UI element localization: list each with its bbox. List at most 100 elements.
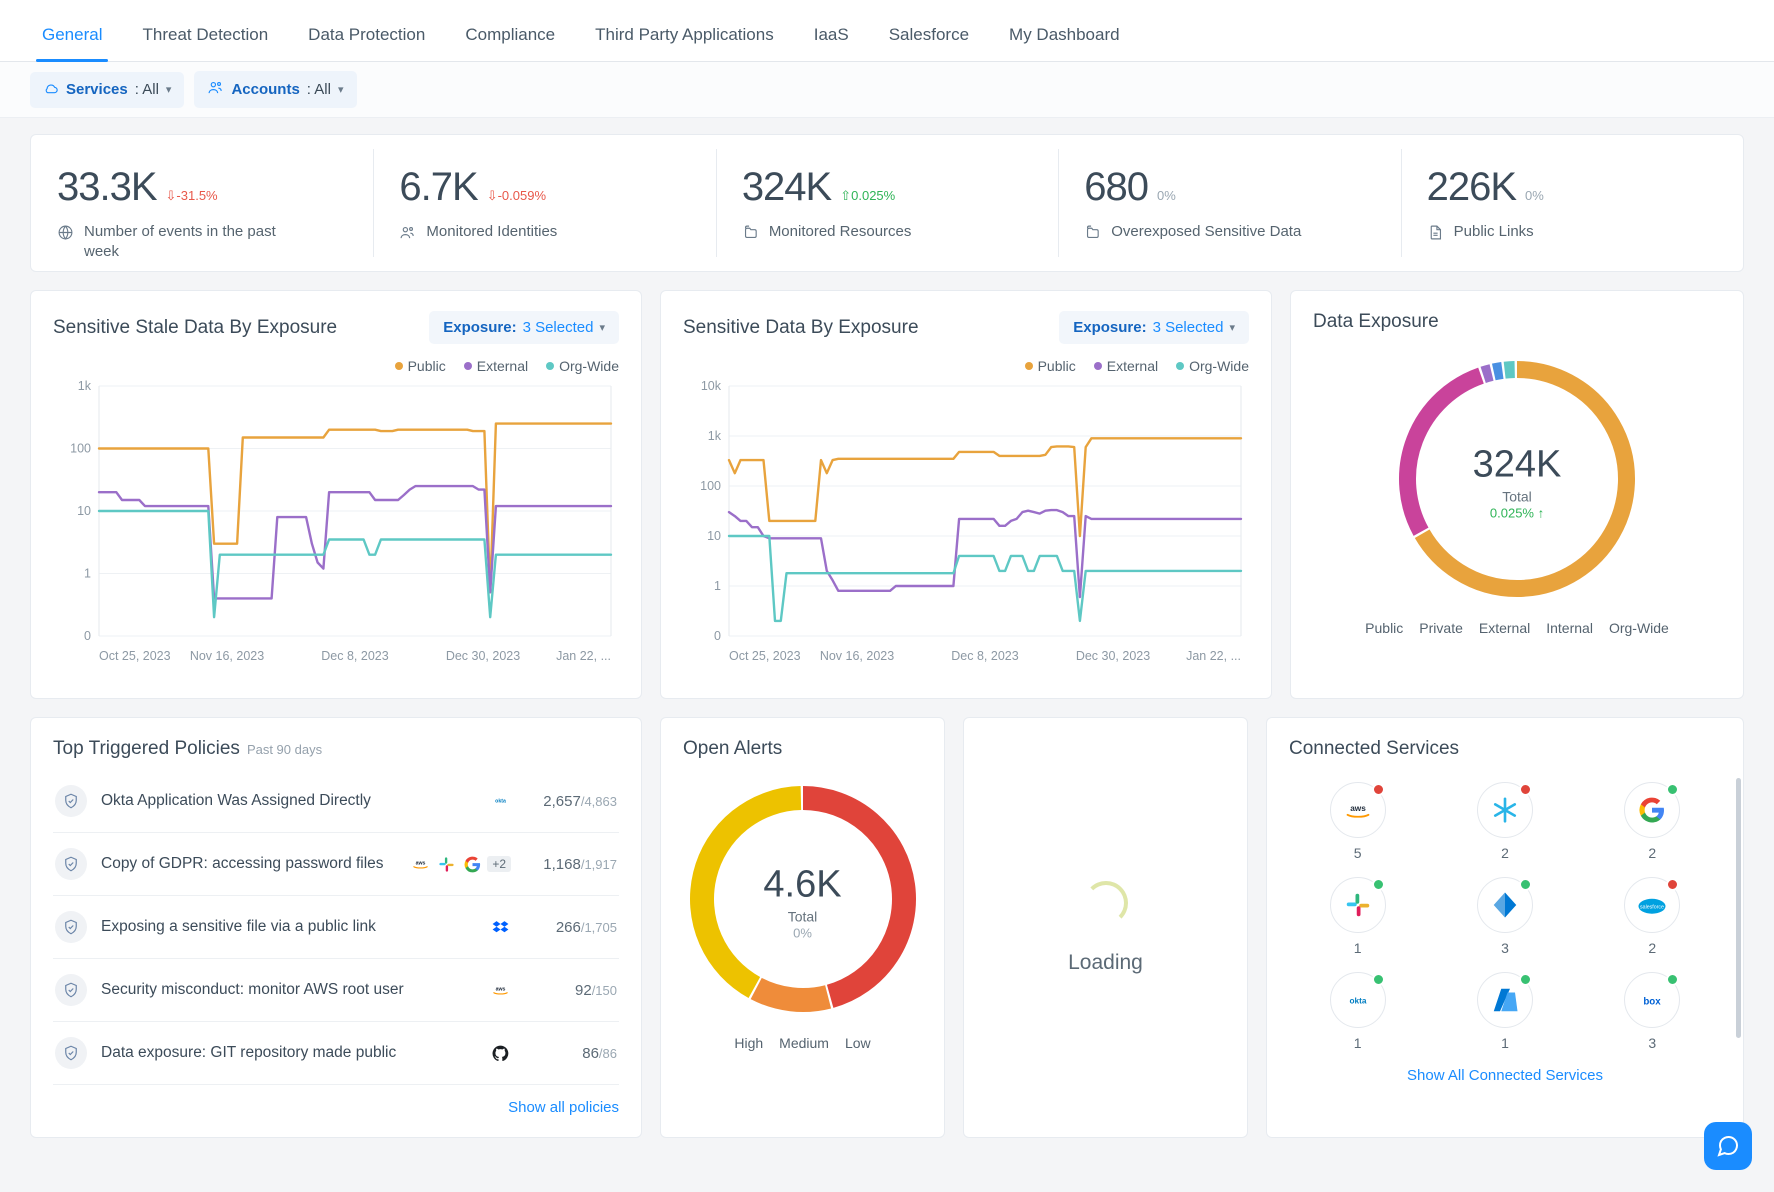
service-cell-box[interactable]: box3	[1624, 972, 1680, 1051]
service-cell-slack[interactable]: 1	[1330, 877, 1386, 956]
tab-third-party-applications[interactable]: Third Party Applications	[575, 25, 794, 61]
service-icon-dropbox	[489, 916, 511, 938]
service-icon-slack	[1330, 877, 1386, 933]
service-cell-salesforce[interactable]: salesforce2	[1624, 877, 1680, 956]
svg-text:Nov 16, 2023: Nov 16, 2023	[820, 649, 894, 663]
svg-text:Jan 22, ...: Jan 22, ...	[556, 649, 611, 663]
svg-text:10: 10	[707, 529, 721, 543]
legend-label: Private	[1419, 620, 1463, 636]
bottom-row: Top Triggered Policies Past 90 days Okta…	[30, 717, 1744, 1138]
panel-sensitive-stale-data: Sensitive Stale Data By Exposure Exposur…	[30, 290, 642, 699]
open-alerts-total-label: Total	[763, 908, 841, 924]
exposure-filter-stale[interactable]: Exposure: 3 Selected ▾	[429, 311, 619, 344]
service-icon-google	[1624, 782, 1680, 838]
legend-item-low[interactable]: Low	[845, 1035, 871, 1051]
service-count: 3	[1624, 1035, 1680, 1051]
globe-icon	[57, 222, 74, 247]
service-count: 3	[1477, 940, 1533, 956]
legend-item-external[interactable]: External	[464, 358, 528, 374]
extra-services-badge: +2	[487, 856, 511, 872]
exposure-filter-value: 3 Selected	[523, 319, 594, 336]
legend-item-external[interactable]: External	[1094, 358, 1158, 374]
panel-loading: Loading	[963, 717, 1248, 1138]
legend-item-medium[interactable]: Medium	[779, 1035, 829, 1051]
kpi-delta: 0%	[1157, 188, 1176, 203]
filter-chip-services[interactable]: Services: All▾	[30, 72, 184, 108]
tab-general[interactable]: General	[22, 25, 122, 61]
service-icon-aws: aws	[409, 853, 431, 875]
legend-item-org-wide[interactable]: Org-Wide	[1609, 620, 1669, 636]
service-cell-azure[interactable]: 1	[1477, 972, 1533, 1051]
kpi-value: 226K	[1427, 165, 1516, 210]
exposure-filter-label: Exposure:	[443, 319, 516, 336]
panel-sensitive-data: Sensitive Data By Exposure Exposure: 3 S…	[660, 290, 1272, 699]
legend-item-high[interactable]: High	[734, 1035, 763, 1051]
legend-label: Org-Wide	[559, 358, 619, 374]
legend-item-org-wide[interactable]: Org-Wide	[1176, 358, 1249, 374]
filter-name: Accounts	[231, 81, 299, 98]
data-exposure-total-label: Total	[1473, 488, 1562, 504]
tab-salesforce[interactable]: Salesforce	[869, 25, 989, 61]
exposure-filter-sensitive[interactable]: Exposure: 3 Selected ▾	[1059, 311, 1249, 344]
legend-label: Org-Wide	[1189, 358, 1249, 374]
service-cell-snowflake[interactable]: 2	[1477, 782, 1533, 861]
policy-row[interactable]: Okta Application Was Assigned Directlyok…	[53, 770, 619, 833]
tab-data-protection[interactable]: Data Protection	[288, 25, 445, 61]
data-exposure-center: 324K Total 0.025% ↑	[1473, 443, 1562, 520]
policy-count: 86/86	[525, 1045, 617, 1062]
service-count: 2	[1624, 845, 1680, 861]
legend-label: External	[1479, 620, 1530, 636]
svg-text:Jan 22, ...: Jan 22, ...	[1186, 649, 1241, 663]
service-status-dot	[1666, 973, 1679, 986]
kpi-card: 324K⇧0.025%Monitored Resources	[716, 135, 1058, 271]
tab-threat-detection[interactable]: Threat Detection	[122, 25, 288, 61]
legend-item-external[interactable]: External	[1479, 620, 1530, 636]
kpi-value: 324K	[742, 165, 831, 210]
panel-data-exposure: Data Exposure 324K Total 0.025% ↑ Public…	[1290, 290, 1744, 699]
service-icon-google	[461, 853, 483, 875]
policy-count: 92/150	[525, 982, 617, 999]
tab-compliance[interactable]: Compliance	[445, 25, 575, 61]
policy-row[interactable]: Data exposure: GIT repository made publi…	[53, 1022, 619, 1085]
kpi-label: Monitored Resources	[769, 222, 912, 242]
chat-widget-button[interactable]	[1704, 1122, 1752, 1170]
policy-row[interactable]: Exposing a sensitive file via a public l…	[53, 896, 619, 959]
show-all-policies-link[interactable]: Show all policies	[508, 1099, 619, 1116]
legend-label: Internal	[1546, 620, 1593, 636]
service-status-dot	[1519, 878, 1532, 891]
services-scrollbar[interactable]	[1736, 778, 1741, 1038]
legend-item-org-wide[interactable]: Org-Wide	[546, 358, 619, 374]
legend-item-internal[interactable]: Internal	[1546, 620, 1593, 636]
policy-row[interactable]: Security misconduct: monitor AWS root us…	[53, 959, 619, 1022]
legend-item-public[interactable]: Public	[1365, 620, 1403, 636]
policy-name: Data exposure: GIT repository made publi…	[101, 1044, 475, 1062]
policy-name: Okta Application Was Assigned Directly	[101, 792, 475, 810]
service-status-dot	[1666, 878, 1679, 891]
legend-label: Low	[845, 1035, 871, 1051]
service-cell-aws[interactable]: aws5	[1330, 782, 1386, 861]
service-cell-azure-devops[interactable]: 3	[1477, 877, 1533, 956]
filter-chip-accounts[interactable]: Accounts: All▾	[194, 71, 356, 108]
kpi-card: 226K0%Public Links	[1401, 135, 1743, 271]
open-alerts-donut: 4.6K Total 0%	[683, 784, 922, 1019]
legend-item-public[interactable]: Public	[395, 358, 446, 374]
tab-iaas[interactable]: IaaS	[794, 25, 869, 61]
legend-item-public[interactable]: Public	[1025, 358, 1076, 374]
folder-icon	[742, 222, 759, 247]
filter-bar: Services: All▾ Accounts: All▾	[0, 62, 1774, 118]
shield-icon	[55, 911, 87, 943]
panel-title-stale: Sensitive Stale Data By Exposure	[53, 317, 337, 339]
tab-my-dashboard[interactable]: My Dashboard	[989, 25, 1140, 61]
policy-services: aws +2	[409, 853, 511, 875]
legend-item-private[interactable]: Private	[1419, 620, 1463, 636]
service-status-dot	[1519, 973, 1532, 986]
service-cell-okta[interactable]: okta1	[1330, 972, 1386, 1051]
show-all-services-link[interactable]: Show All Connected Services	[1407, 1067, 1603, 1084]
kpi-label: Public Links	[1454, 222, 1534, 242]
service-icon-github	[489, 1042, 511, 1064]
legend-sensitive: Public External Org-Wide	[683, 358, 1249, 374]
exposure-filter-value: 3 Selected	[1153, 319, 1224, 336]
service-cell-google[interactable]: 2	[1624, 782, 1680, 861]
policy-row[interactable]: Copy of GDPR: accessing password filesaw…	[53, 833, 619, 896]
open-alerts-change: 0%	[763, 925, 841, 940]
